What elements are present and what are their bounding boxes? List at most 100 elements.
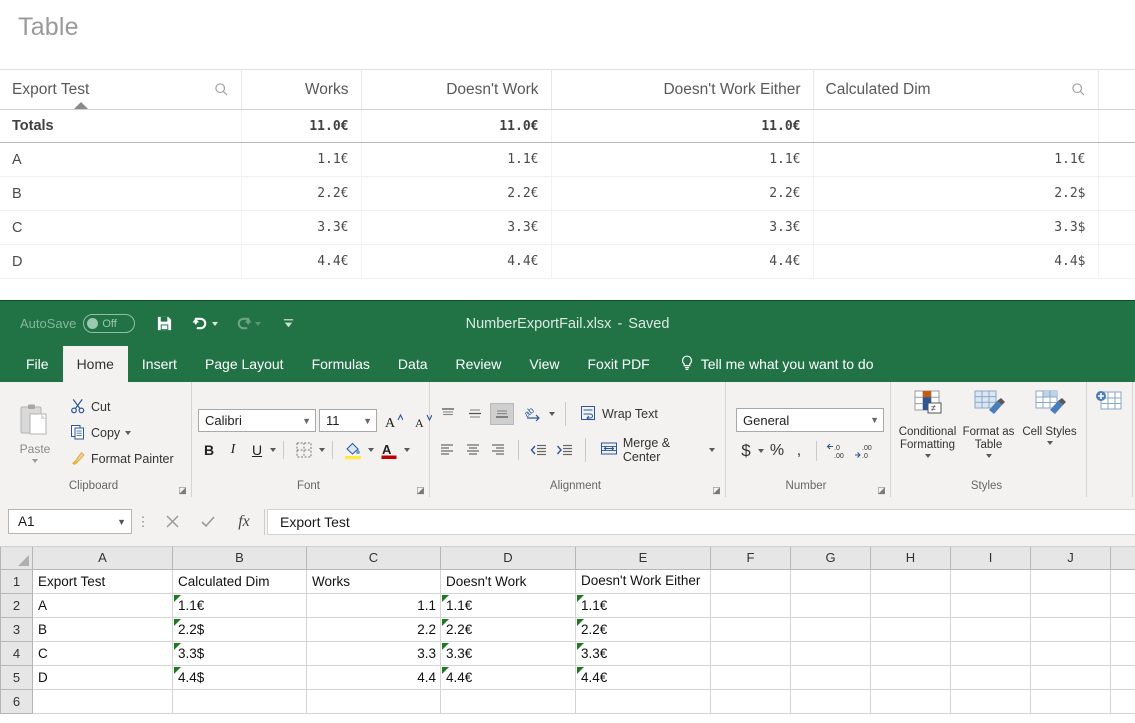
cell-J2[interactable] xyxy=(1031,593,1111,617)
increase-decimal-button[interactable]: .0.00 xyxy=(825,440,851,462)
tab-data[interactable]: Data xyxy=(384,346,442,382)
row-dimension[interactable]: B xyxy=(0,177,241,211)
error-flag-icon[interactable] xyxy=(577,667,584,674)
cell-I2[interactable] xyxy=(951,593,1031,617)
comma-format-button[interactable]: , xyxy=(790,442,808,460)
search-icon[interactable] xyxy=(214,82,229,97)
cell-H3[interactable] xyxy=(871,617,951,641)
cell-J4[interactable] xyxy=(1031,641,1111,665)
align-bottom-button[interactable] xyxy=(490,403,514,425)
column-header-i[interactable]: I xyxy=(951,547,1031,569)
redo-icon[interactable] xyxy=(228,309,258,339)
bold-button[interactable]: B xyxy=(198,442,220,458)
column-header-calculated-dim[interactable]: Calculated Dim xyxy=(813,70,1098,110)
cell-B5[interactable]: 4.4$ xyxy=(173,665,307,689)
cut-button[interactable]: Cut xyxy=(66,396,178,419)
dialog-launcher-icon[interactable]: ◪ xyxy=(178,486,187,495)
cell-G6[interactable] xyxy=(791,689,871,713)
orientation-dropdown-icon[interactable] xyxy=(549,412,555,416)
column-header-d[interactable]: D xyxy=(441,547,576,569)
row-header-1[interactable]: 1 xyxy=(1,569,33,593)
row-dimension[interactable]: A xyxy=(0,143,241,177)
column-header-works[interactable]: Works xyxy=(241,70,361,110)
error-flag-icon[interactable] xyxy=(577,595,584,602)
redo-dropdown-icon[interactable] xyxy=(255,322,261,326)
paste-button[interactable]: Paste xyxy=(6,403,64,463)
table-row[interactable]: D 4.4€ 4.4€ 4.4€ 4.4$ xyxy=(0,245,1135,279)
cell-J5[interactable] xyxy=(1031,665,1111,689)
cell-I3[interactable] xyxy=(951,617,1031,641)
cell-D4[interactable]: 3.3€ xyxy=(441,641,576,665)
dialog-launcher-icon[interactable]: ◪ xyxy=(416,486,425,495)
column-header-partial[interactable] xyxy=(1111,547,1135,569)
row-cell[interactable]: 3.3$ xyxy=(813,211,1098,245)
cell-I5[interactable] xyxy=(951,665,1031,689)
accounting-format-button[interactable]: $ xyxy=(736,441,756,461)
error-flag-icon[interactable] xyxy=(577,643,584,650)
cell-D3[interactable]: 2.2€ xyxy=(441,617,576,641)
save-icon[interactable] xyxy=(149,309,179,339)
increase-font-size-button[interactable]: A xyxy=(380,409,406,432)
cell-partial[interactable] xyxy=(1111,689,1135,713)
column-header-b[interactable]: B xyxy=(173,547,307,569)
cell-G2[interactable] xyxy=(791,593,871,617)
undo-dropdown-icon[interactable] xyxy=(212,322,218,326)
cell-E4[interactable]: 3.3€ xyxy=(576,641,711,665)
tab-insert[interactable]: Insert xyxy=(128,346,191,382)
merge-dropdown-icon[interactable] xyxy=(709,448,715,452)
tab-home[interactable]: Home xyxy=(63,346,128,382)
error-flag-icon[interactable] xyxy=(442,667,449,674)
tab-formulas[interactable]: Formulas xyxy=(298,346,384,382)
cell-I6[interactable] xyxy=(951,689,1031,713)
row-cell[interactable]: 2.2$ xyxy=(813,177,1098,211)
cell-C5[interactable]: 4.4 xyxy=(307,665,441,689)
cell-I4[interactable] xyxy=(951,641,1031,665)
cell-partial[interactable] xyxy=(1111,665,1135,689)
error-flag-icon[interactable] xyxy=(174,643,181,650)
font-color-button[interactable]: A xyxy=(376,438,402,461)
search-icon[interactable] xyxy=(1071,82,1086,97)
cell-J3[interactable] xyxy=(1031,617,1111,641)
cell-F3[interactable] xyxy=(711,617,791,641)
merge-center-button[interactable]: Merge & Center xyxy=(596,434,719,466)
align-middle-button[interactable] xyxy=(463,403,487,425)
customize-quick-access-icon[interactable] xyxy=(273,309,303,339)
cell-B1[interactable]: Calculated Dim xyxy=(173,569,307,593)
cell-B6[interactable] xyxy=(173,689,307,713)
cell-F2[interactable] xyxy=(711,593,791,617)
cell-I1[interactable] xyxy=(951,569,1031,593)
column-header-j[interactable]: J xyxy=(1031,547,1111,569)
cell-C2[interactable]: 1.1 xyxy=(307,593,441,617)
column-header-f[interactable]: F xyxy=(711,547,791,569)
borders-button[interactable] xyxy=(291,438,317,461)
borders-dropdown-icon[interactable] xyxy=(319,448,325,452)
dialog-launcher-icon[interactable]: ◪ xyxy=(877,486,886,495)
insert-cells-button[interactable] xyxy=(1093,390,1126,424)
cell-B4[interactable]: 3.3$ xyxy=(173,641,307,665)
row-header-5[interactable]: 5 xyxy=(1,665,33,689)
orientation-button[interactable]: ab xyxy=(522,403,546,425)
cell-C1[interactable]: Works xyxy=(307,569,441,593)
conditional-formatting-dropdown-icon[interactable] xyxy=(925,454,931,458)
cell-F6[interactable] xyxy=(711,689,791,713)
format-as-table-button[interactable]: Format as Table xyxy=(958,390,1019,458)
tell-me-box[interactable]: Tell me what you want to do xyxy=(664,346,874,382)
cell-E1[interactable]: Doesn't Work Either xyxy=(576,569,711,593)
cell-D1[interactable]: Doesn't Work xyxy=(441,569,576,593)
format-painter-button[interactable]: Format Painter xyxy=(66,448,178,471)
cell-styles-dropdown-icon[interactable] xyxy=(1047,441,1053,445)
copy-button[interactable]: Copy xyxy=(66,422,178,445)
column-header-export-test[interactable]: Export Test xyxy=(0,70,241,110)
cell-H5[interactable] xyxy=(871,665,951,689)
error-flag-icon[interactable] xyxy=(174,595,181,602)
tab-foxit-pdf[interactable]: Foxit PDF xyxy=(574,346,664,382)
cell-A1[interactable]: Export Test xyxy=(33,569,173,593)
cell-G1[interactable] xyxy=(791,569,871,593)
cell-C3[interactable]: 2.2 xyxy=(307,617,441,641)
font-color-dropdown-icon[interactable] xyxy=(404,448,410,452)
cell-B3[interactable]: 2.2$ xyxy=(173,617,307,641)
error-flag-icon[interactable] xyxy=(577,619,584,626)
cell-C6[interactable] xyxy=(307,689,441,713)
name-box[interactable]: A1 ▼ xyxy=(8,509,132,534)
paste-dropdown-icon[interactable] xyxy=(32,459,38,463)
